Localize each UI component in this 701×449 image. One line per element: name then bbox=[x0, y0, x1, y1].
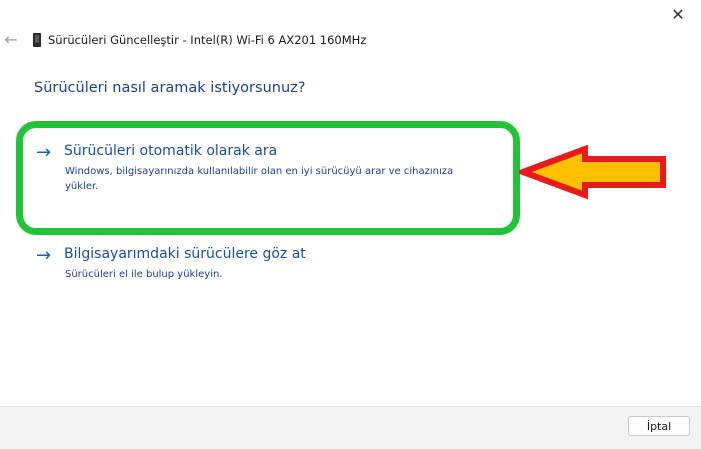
window-title: Sürücüleri Güncelleştir - Intel(R) Wi-Fi… bbox=[48, 33, 367, 47]
browse-computer-option[interactable]: → Bilgisayarımdaki sürücülere göz at Sür… bbox=[30, 238, 500, 288]
option-description: Sürücüleri el ile bulup yükleyin. bbox=[65, 269, 223, 280]
phone-device-icon bbox=[33, 33, 41, 47]
option-title: Bilgisayarımdaki sürücülere göz at bbox=[64, 246, 306, 262]
arrow-right-icon: → bbox=[36, 245, 52, 266]
page-heading: Sürücüleri nasıl aramak istiyorsunuz? bbox=[34, 80, 306, 96]
cancel-button[interactable]: İptal bbox=[628, 416, 690, 436]
dialog-footer bbox=[0, 406, 701, 449]
search-automatically-option[interactable]: → Sürücüleri otomatik olarak ara Windows… bbox=[30, 135, 500, 219]
option-title: Sürücüleri otomatik olarak ara bbox=[64, 143, 278, 159]
back-arrow-icon[interactable]: ← bbox=[2, 30, 20, 50]
arrow-right-icon: → bbox=[36, 142, 52, 163]
close-button[interactable]: ✕ bbox=[655, 0, 701, 28]
close-icon: ✕ bbox=[671, 4, 685, 24]
callout-arrow-icon bbox=[519, 145, 666, 200]
option-description: Windows, bilgisayarınızda kullanılabilir… bbox=[65, 166, 454, 192]
